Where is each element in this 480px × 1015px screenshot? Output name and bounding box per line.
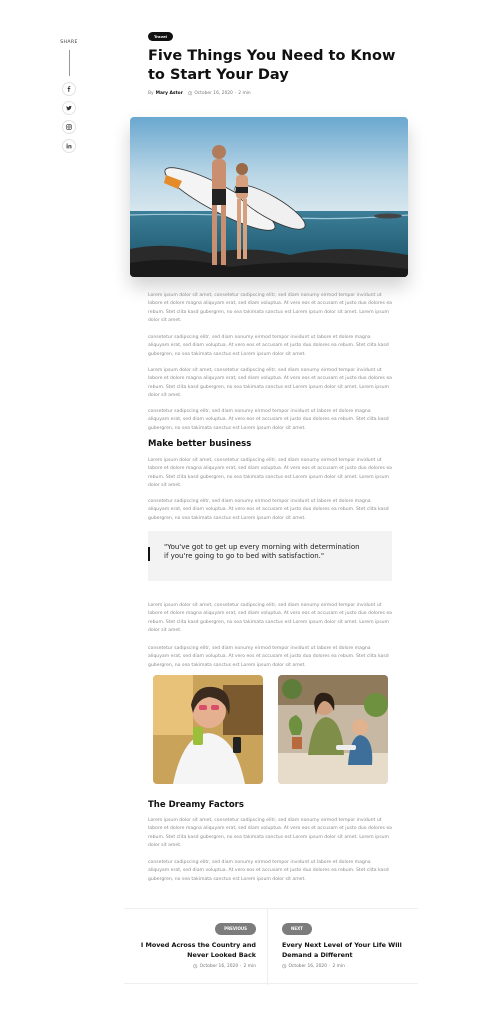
paragraph: Lorem ipsum dolor sit amet, consetetur s… bbox=[148, 368, 392, 399]
post-byline: By Mary Astor October 16, 2020 · 2 min bbox=[148, 91, 251, 96]
previous-post-read-time: 2 min bbox=[243, 964, 256, 969]
blockquote: "You've got to get up every morning with… bbox=[148, 531, 392, 581]
category-tag[interactable]: Travel bbox=[148, 32, 173, 41]
photo-woman-drink bbox=[153, 675, 263, 784]
instagram-share-button[interactable] bbox=[62, 120, 76, 134]
twitter-share-button[interactable] bbox=[62, 101, 76, 115]
section-heading: Make better business bbox=[148, 439, 252, 449]
next-post-read-time: 2 min bbox=[332, 964, 345, 969]
paragraph: Lorem ipsum dolor sit amet, consetetur s… bbox=[148, 603, 392, 634]
paragraph: Lorem ipsum dolor sit amet, consetetur s… bbox=[148, 458, 392, 489]
previous-post-meta: October 16, 2020 · 2 min bbox=[193, 964, 256, 969]
paragraph: Lorem ipsum dolor sit amet, consetetur s… bbox=[148, 818, 392, 849]
linkedin-icon bbox=[66, 143, 72, 149]
quote-accent-bar bbox=[148, 547, 150, 561]
quote-text: "You've got to get up every morning with… bbox=[164, 543, 360, 560]
share-divider bbox=[68, 50, 70, 76]
previous-post-date: October 16, 2020 bbox=[199, 964, 239, 969]
post-title: Five Things You Need to Know to Start Yo… bbox=[148, 48, 396, 83]
author-link[interactable]: Mary Astor bbox=[156, 91, 183, 96]
previous-button[interactable]: PREVIOUS bbox=[215, 923, 256, 935]
post-date: October 16, 2020 bbox=[194, 91, 233, 96]
next-button[interactable]: NEXT bbox=[282, 923, 312, 935]
clock-icon bbox=[282, 964, 287, 969]
nav-divider bbox=[267, 909, 268, 985]
paragraph: consetetur sadipscing elitr, sed diam no… bbox=[148, 409, 389, 431]
share-label: SHARE bbox=[60, 40, 78, 45]
meta-separator: · bbox=[329, 964, 331, 969]
next-post-meta: October 16, 2020 · 2 min bbox=[282, 964, 345, 969]
previous-post-link[interactable]: I Moved Across the Country and Never Loo… bbox=[132, 940, 256, 960]
paragraph: Lorem ipsum dolor sit amet, consetetur s… bbox=[148, 293, 392, 324]
twitter-icon bbox=[66, 105, 72, 111]
by-prefix: By bbox=[148, 91, 154, 96]
photo-mother-child bbox=[278, 675, 388, 784]
post-navigation: PREVIOUS I Moved Across the Country and … bbox=[124, 908, 418, 985]
paragraph: consetetur sadipscing elitr, sed diam no… bbox=[148, 646, 389, 668]
paragraph: consetetur sadipscing elitr, sed diam no… bbox=[148, 860, 389, 882]
paragraph: consetetur sadipscing elitr, sed diam no… bbox=[148, 499, 389, 521]
instagram-icon bbox=[66, 124, 72, 130]
hero-image bbox=[130, 117, 408, 277]
linkedin-share-button[interactable] bbox=[62, 139, 76, 153]
read-time: 2 min bbox=[238, 91, 251, 96]
share-sidebar: SHARE bbox=[56, 40, 82, 158]
meta-separator: · bbox=[234, 91, 237, 96]
next-post-link[interactable]: Every Next Level of Your Life Will Deman… bbox=[282, 940, 416, 960]
next-post-date: October 16, 2020 bbox=[288, 964, 328, 969]
clock-icon bbox=[188, 91, 193, 96]
paragraph: consetetur sadipscing elitr, sed diam no… bbox=[148, 335, 389, 357]
clock-icon bbox=[193, 964, 198, 969]
meta-separator: · bbox=[240, 964, 242, 969]
facebook-share-button[interactable] bbox=[62, 82, 76, 96]
facebook-icon bbox=[67, 86, 71, 92]
section-heading: The Dreamy Factors bbox=[148, 800, 244, 810]
